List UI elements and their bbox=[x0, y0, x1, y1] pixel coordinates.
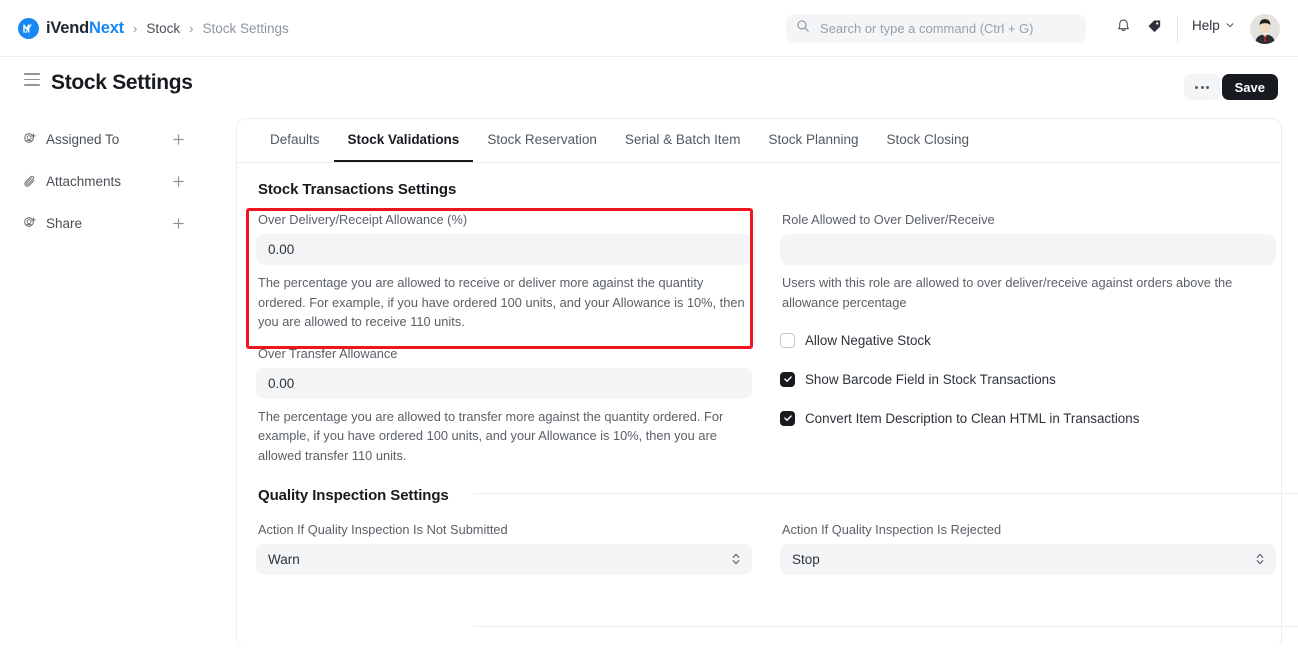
page-title: Stock Settings bbox=[51, 71, 193, 94]
checkbox-convert-item-description[interactable]: Convert Item Description to Clean HTML i… bbox=[780, 407, 1276, 429]
field-over-delivery-allowance: Over Delivery/Receipt Allowance (%) The … bbox=[256, 204, 752, 332]
checkbox-box[interactable] bbox=[780, 332, 795, 348]
add-assignment-button[interactable] bbox=[170, 131, 186, 147]
quality-inspection-section: Quality Inspection Settings Action If Qu… bbox=[237, 467, 1281, 577]
field-label: Role Allowed to Over Deliver/Receive bbox=[782, 212, 995, 227]
field-help-text: Users with this role are allowed to over… bbox=[782, 275, 1233, 310]
field-label: Over Delivery/Receipt Allowance (%) bbox=[258, 212, 468, 227]
field-label: Action If Quality Inspection Is Rejected bbox=[782, 522, 1002, 537]
avatar[interactable] bbox=[1250, 14, 1280, 44]
field-over-transfer-allowance: Over Transfer Allowance The percentage y… bbox=[256, 346, 752, 466]
breadcrumb-separator-icon: › bbox=[189, 20, 194, 36]
add-attachment-button[interactable] bbox=[170, 173, 186, 189]
navbar-divider bbox=[1177, 16, 1178, 42]
field-help-text: The percentage you are allowed to transf… bbox=[258, 408, 724, 463]
select-wrapper: Warn bbox=[256, 544, 752, 575]
sidebar-item-label: Assigned To bbox=[46, 131, 120, 147]
tab-defaults[interactable]: Defaults bbox=[256, 119, 334, 162]
section-divider-bottom bbox=[474, 626, 1298, 627]
right-column: Role Allowed to Over Deliver/Receive Use… bbox=[780, 204, 1276, 467]
page-header: Stock Settings Save bbox=[0, 57, 1298, 110]
paperclip-icon bbox=[22, 173, 38, 189]
brand-name-first: iVend bbox=[46, 18, 90, 37]
add-share-button[interactable] bbox=[170, 215, 186, 231]
checkbox-box[interactable] bbox=[780, 371, 795, 387]
left-column: Over Delivery/Receipt Allowance (%) The … bbox=[256, 204, 752, 467]
over-transfer-allowance-input[interactable] bbox=[256, 367, 752, 399]
sidebar-item-label: Attachments bbox=[46, 173, 122, 189]
sidebar-item-assigned-to[interactable]: Assigned To bbox=[0, 118, 224, 160]
ellipsis-dot bbox=[1195, 85, 1198, 89]
share-user-icon bbox=[22, 215, 38, 231]
bell-icon bbox=[1115, 18, 1132, 40]
select-wrapper: Stop bbox=[780, 544, 1276, 575]
tab-serial-batch-item[interactable]: Serial & Batch Item bbox=[611, 119, 755, 162]
ellipsis-dot bbox=[1206, 85, 1209, 89]
ellipsis-dot bbox=[1200, 85, 1204, 89]
brand-logo[interactable]: iVendNext bbox=[18, 17, 124, 39]
save-button[interactable]: Save bbox=[1221, 74, 1278, 100]
document-sidebar: Assigned To Attachments Share bbox=[0, 118, 224, 244]
field-role-allowed: Role Allowed to Over Deliver/Receive Use… bbox=[780, 204, 1276, 312]
section-divider bbox=[474, 493, 1298, 494]
checkbox-label: Allow Negative Stock bbox=[805, 332, 931, 348]
tab-stock-closing[interactable]: Stock Closing bbox=[873, 119, 984, 162]
search-input[interactable] bbox=[818, 20, 1076, 37]
brand-name-second: Next bbox=[89, 18, 124, 37]
checkbox-box[interactable] bbox=[780, 410, 795, 426]
hamburger-menu-icon[interactable] bbox=[24, 73, 40, 86]
field-help-text: The percentage you are allowed to receiv… bbox=[258, 275, 745, 329]
action-if-not-submitted-select[interactable]: Warn bbox=[256, 544, 752, 575]
tab-stock-reservation[interactable]: Stock Reservation bbox=[473, 119, 611, 162]
checkbox-label: Show Barcode Field in Stock Transactions bbox=[805, 371, 1056, 387]
qi-right-column: Action If Quality Inspection Is Rejected… bbox=[780, 522, 1276, 577]
tag-icon bbox=[1146, 18, 1163, 40]
breadcrumb-item-stock-settings[interactable]: Stock Settings bbox=[202, 21, 288, 36]
hamburger-line bbox=[24, 84, 40, 86]
breadcrumb-item-stock[interactable]: Stock bbox=[146, 21, 180, 36]
checkbox-show-barcode-field[interactable]: Show Barcode Field in Stock Transactions bbox=[780, 368, 1276, 390]
stock-transactions-section: Stock Transactions Settings Over Deliver… bbox=[237, 163, 1281, 467]
tab-stock-validations[interactable]: Stock Validations bbox=[333, 119, 474, 162]
more-options-button[interactable] bbox=[1184, 74, 1220, 100]
field-action-rejected: Action If Quality Inspection Is Rejected… bbox=[780, 522, 1276, 575]
brand-name: iVendNext bbox=[46, 19, 124, 38]
sidebar-item-attachments[interactable]: Attachments bbox=[0, 160, 224, 202]
check-icon bbox=[783, 415, 792, 421]
assign-user-icon bbox=[22, 131, 38, 147]
user-avatar-icon bbox=[1250, 14, 1280, 44]
checkbox-allow-negative-stock[interactable]: Allow Negative Stock bbox=[780, 329, 1276, 351]
top-navbar: iVendNext › Stock › Stock Settings Searc… bbox=[0, 0, 1298, 57]
over-delivery-allowance-input[interactable] bbox=[256, 234, 752, 265]
hamburger-line bbox=[24, 78, 40, 81]
role-allowed-input[interactable] bbox=[780, 234, 1276, 265]
ivendnext-logo-icon bbox=[18, 17, 39, 39]
notifications-button[interactable] bbox=[1112, 18, 1134, 40]
field-action-not-submitted: Action If Quality Inspection Is Not Subm… bbox=[256, 522, 752, 575]
checkbox-label: Convert Item Description to Clean HTML i… bbox=[805, 410, 1140, 426]
check-icon bbox=[783, 376, 792, 382]
tab-stock-planning[interactable]: Stock Planning bbox=[754, 119, 872, 162]
settings-tabs: Defaults Stock Validations Stock Reserva… bbox=[237, 119, 1281, 163]
action-if-rejected-select[interactable]: Stop bbox=[780, 544, 1276, 575]
tags-button[interactable] bbox=[1143, 18, 1165, 40]
hamburger-line bbox=[24, 73, 40, 75]
field-label: Over Transfer Allowance bbox=[258, 345, 398, 361]
breadcrumb-separator-icon: › bbox=[132, 20, 138, 36]
sidebar-item-share[interactable]: Share bbox=[0, 202, 224, 244]
field-label: Action If Quality Inspection Is Not Subm… bbox=[258, 522, 508, 537]
section-title-quality-inspection: Quality Inspection Settings bbox=[258, 487, 449, 504]
search-icon bbox=[796, 19, 810, 38]
qi-left-column: Action If Quality Inspection Is Not Subm… bbox=[256, 522, 752, 577]
global-search[interactable] bbox=[786, 14, 1086, 43]
sidebar-item-label: Share bbox=[46, 215, 83, 231]
section-title-stock-transactions: Stock Transactions Settings bbox=[258, 181, 457, 198]
settings-card: Defaults Stock Validations Stock Reserva… bbox=[236, 118, 1298, 648]
chevron-down-icon bbox=[1225, 18, 1235, 33]
help-menu-button[interactable]: Help bbox=[1192, 18, 1235, 33]
help-label: Help bbox=[1192, 18, 1220, 33]
